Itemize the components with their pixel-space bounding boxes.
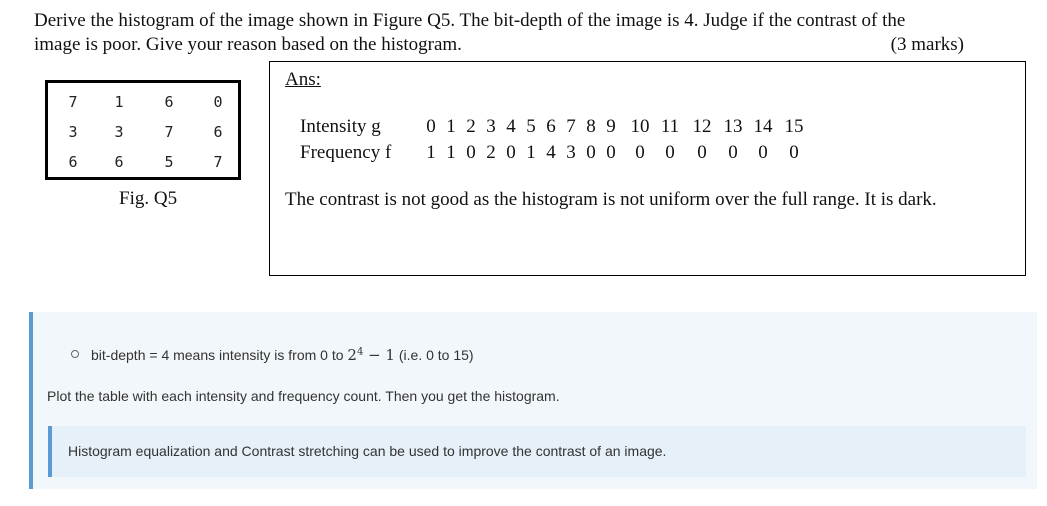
matrix-cell: 7: [213, 153, 223, 171]
bitdepth-note-suffix: (i.e. 0 to 15): [394, 347, 474, 363]
matrix-cell: 7: [68, 93, 78, 111]
bitdepth-math-base: 2: [347, 346, 357, 364]
intensity-value: 9: [606, 116, 616, 137]
frequency-value: 0: [789, 142, 799, 163]
answer-conclusion: The contrast is not good as the histogra…: [285, 189, 937, 210]
matrix-cell: 6: [164, 93, 174, 111]
frequency-value: 0: [758, 142, 768, 163]
tip-text: Histogram equalization and Contrast stre…: [68, 443, 667, 459]
tip-callout: Histogram equalization and Contrast stre…: [48, 426, 1026, 477]
frequency-label: Frequency f: [300, 142, 392, 163]
question-line-2: image is poor. Give your reason based on…: [34, 34, 462, 55]
frequency-value: 0: [635, 142, 645, 163]
matrix-cell: 3: [68, 123, 78, 141]
question-text: Derive the histogram of the image shown …: [34, 9, 1014, 57]
matrix-cell: 7: [164, 123, 174, 141]
intensity-value: 14: [753, 116, 773, 137]
answer-label: Ans:: [285, 69, 321, 90]
image-matrix: 7 1 6 0 3 3 7 6 6 6 5 7: [45, 80, 241, 180]
frequency-value: 0: [665, 142, 675, 163]
frequency-value: 0: [728, 142, 738, 163]
bitdepth-math-tail: − 1: [363, 346, 395, 364]
matrix-cell: 3: [114, 123, 124, 141]
matrix-cell: 6: [68, 153, 78, 171]
note-callout: bit-depth = 4 means intensity is from 0 …: [29, 312, 1037, 489]
frequency-value: 0: [606, 142, 616, 163]
plot-note: Plot the table with each intensity and f…: [47, 388, 560, 404]
intensity-value: 10: [630, 116, 650, 137]
question-line-1: Derive the histogram of the image shown …: [34, 10, 906, 31]
figure-caption: Fig. Q5: [119, 188, 178, 209]
bullet-circle-icon: [71, 350, 79, 359]
matrix-cell: 6: [213, 123, 223, 141]
matrix-cell: 1: [114, 93, 124, 111]
intensity-value: 13: [723, 116, 743, 137]
bitdepth-note: bit-depth = 4 means intensity is from 0 …: [71, 346, 474, 364]
matrix-cell: 5: [164, 153, 174, 171]
intensity-value: 15: [784, 116, 804, 137]
question-marks: (3 marks): [890, 34, 964, 55]
frequency-value: 0: [697, 142, 707, 163]
matrix-cell: 6: [114, 153, 124, 171]
intensity-value: 11: [660, 116, 680, 137]
intensity-value: 12: [692, 116, 712, 137]
intensity-label: Intensity g: [300, 116, 381, 137]
bitdepth-note-prefix: bit-depth = 4 means intensity is from 0 …: [91, 347, 348, 363]
answer-box: Ans: Intensity g Frequency f 0 1 2 3 4 5…: [269, 61, 1026, 276]
matrix-cell: 0: [213, 93, 223, 111]
